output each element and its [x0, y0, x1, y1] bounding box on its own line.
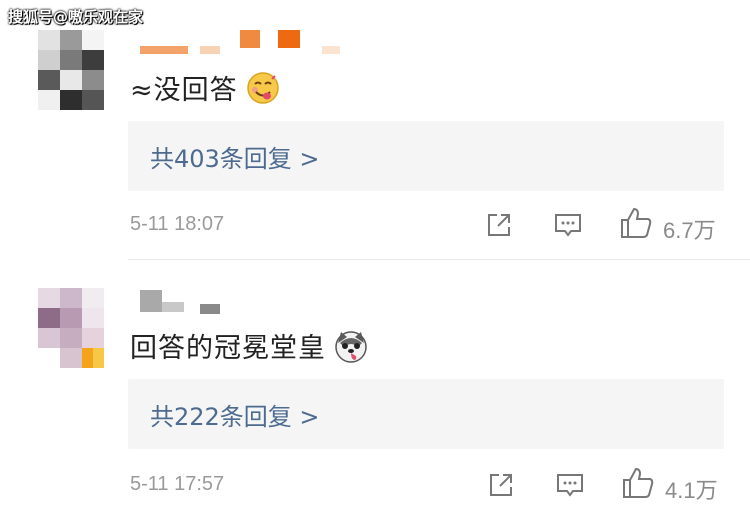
share-icon[interactable] — [484, 210, 514, 240]
comment-timestamp: 5-11 18:07 — [130, 213, 225, 235]
comment-text: 回答的冠冕堂皇 — [130, 333, 326, 364]
thumbs-up-icon[interactable] — [619, 206, 653, 240]
comment-item: 回答的冠冕堂皇 共222条回复 > 5-11 17:57 4.1万 — [0, 260, 750, 520]
comment-timestamp: 5-11 17:57 — [130, 473, 225, 495]
comment-icon[interactable] — [553, 210, 583, 240]
comment-item: ≈没回答 共403条回复 > 5-11 18:07 6.7万 — [0, 0, 750, 260]
replies-count-link[interactable]: 共222条回复 > — [150, 397, 320, 432]
thumbs-up-icon[interactable] — [621, 466, 655, 500]
comment-text-row: ≈没回答 — [130, 68, 280, 107]
husky-dog-emoji — [335, 330, 367, 363]
like-count: 4.1万 — [665, 478, 718, 503]
replies-count-link[interactable]: 共403条回复 > — [150, 139, 320, 174]
share-icon[interactable] — [486, 470, 516, 500]
comment-icon[interactable] — [555, 470, 585, 500]
watermark: 搜狐号@嗷乐观在家 — [8, 8, 144, 26]
tongue-smile-emoji — [246, 71, 279, 104]
view-replies-button[interactable]: 共222条回复 > — [128, 379, 724, 449]
avatar[interactable] — [38, 288, 104, 368]
comment-text-row: 回答的冠冕堂皇 — [130, 326, 368, 365]
avatar[interactable] — [38, 30, 104, 110]
view-replies-button[interactable]: 共403条回复 > — [128, 121, 724, 191]
comment-text: ≈没回答 — [130, 75, 238, 106]
like-count: 6.7万 — [663, 218, 716, 243]
